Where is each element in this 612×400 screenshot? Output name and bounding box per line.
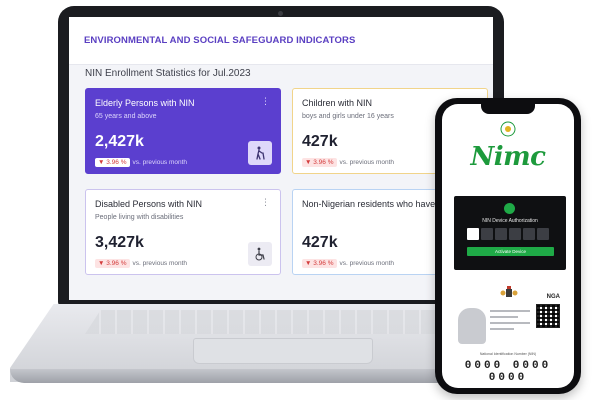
id-details: [490, 310, 530, 334]
shield-check-icon: [504, 203, 515, 214]
decrease-badge: ▼ 3.96 %: [95, 158, 130, 167]
decrease-badge: ▼ 3.96 %: [95, 259, 130, 268]
activate-device-button[interactable]: Activate Device: [467, 247, 554, 256]
nimc-seal-icon: [500, 121, 516, 142]
phone-notch: [481, 104, 535, 114]
decrease-badge: ▼ 3.96 %: [302, 158, 337, 167]
card-change: ▼ 3.96 % vs. previous month: [95, 259, 187, 268]
card-subtitle: People living with disabilities: [95, 214, 184, 221]
nimc-logo: Nimc: [470, 142, 546, 172]
card-subtitle: boys and girls under 16 years: [302, 113, 394, 120]
country-code: NGA: [546, 294, 560, 300]
laptop-screen: ENVIRONMENTAL AND SOCIAL SAFEGUARD INDIC…: [69, 17, 493, 300]
device-authorization-panel: NIN Device Authorization Activate Device: [454, 196, 566, 270]
elderly-person-icon: [248, 141, 272, 165]
change-note: vs. previous month: [132, 260, 188, 267]
card-disabled-persons[interactable]: Disabled Persons with NIN People living …: [85, 189, 281, 275]
pin-digit[interactable]: [523, 228, 535, 240]
camera-icon: [278, 11, 283, 16]
more-options-icon[interactable]: ⋮: [261, 97, 270, 106]
coat-of-arms-icon: [500, 286, 518, 300]
auth-title: NIN Device Authorization: [482, 218, 538, 224]
nin-value: 0000 0000 0000: [464, 360, 552, 384]
card-change: ▼ 3.96 % vs. previous month: [302, 259, 394, 268]
nin-label: National Identification Number (NIN): [479, 352, 537, 356]
laptop-touchpad: [193, 338, 373, 364]
pin-digit[interactable]: [509, 228, 521, 240]
change-note: vs. previous month: [339, 159, 395, 166]
laptop-keyboard: [85, 310, 475, 334]
card-title: Disabled Persons with NIN: [95, 199, 203, 209]
pin-digit[interactable]: [467, 228, 479, 240]
pin-digit[interactable]: [481, 228, 493, 240]
pin-digit[interactable]: [495, 228, 507, 240]
phone-screen: Nimc NIN Device Authorization Activate D…: [442, 104, 574, 388]
change-note: vs. previous month: [339, 260, 395, 267]
card-value: 427k: [302, 133, 338, 150]
id-photo: [458, 308, 486, 344]
card-subtitle: 65 years and above: [95, 113, 157, 120]
nin-id-card: NGA National Identification Number (NIN)…: [446, 282, 570, 388]
card-value: 3,427k: [95, 234, 144, 251]
card-title: Children with NIN: [302, 98, 373, 108]
wheelchair-icon: [248, 242, 272, 266]
card-change: ▼ 3.96 % vs. previous month: [95, 158, 187, 167]
card-title: Non-Nigerian residents who have a: [302, 199, 443, 209]
decrease-badge: ▼ 3.96 %: [302, 259, 337, 268]
dashboard-header: ENVIRONMENTAL AND SOCIAL SAFEGUARD INDIC…: [69, 17, 493, 65]
more-options-icon[interactable]: ⋮: [261, 198, 270, 207]
card-value: 427k: [302, 234, 338, 251]
card-value: 2,427k: [95, 133, 144, 150]
card-title: Elderly Persons with NIN: [95, 98, 195, 108]
dashboard-title: ENVIRONMENTAL AND SOCIAL SAFEGUARD INDIC…: [84, 35, 356, 46]
section-title: NIN Enrollment Statistics for Jul.2023: [85, 68, 251, 79]
pin-input[interactable]: [467, 228, 549, 240]
pin-digit[interactable]: [537, 228, 549, 240]
card-elderly-persons[interactable]: Elderly Persons with NIN 65 years and ab…: [85, 88, 281, 174]
change-note: vs. previous month: [132, 159, 188, 166]
qr-code-icon: [536, 304, 560, 328]
card-change: ▼ 3.96 % vs. previous month: [302, 158, 394, 167]
